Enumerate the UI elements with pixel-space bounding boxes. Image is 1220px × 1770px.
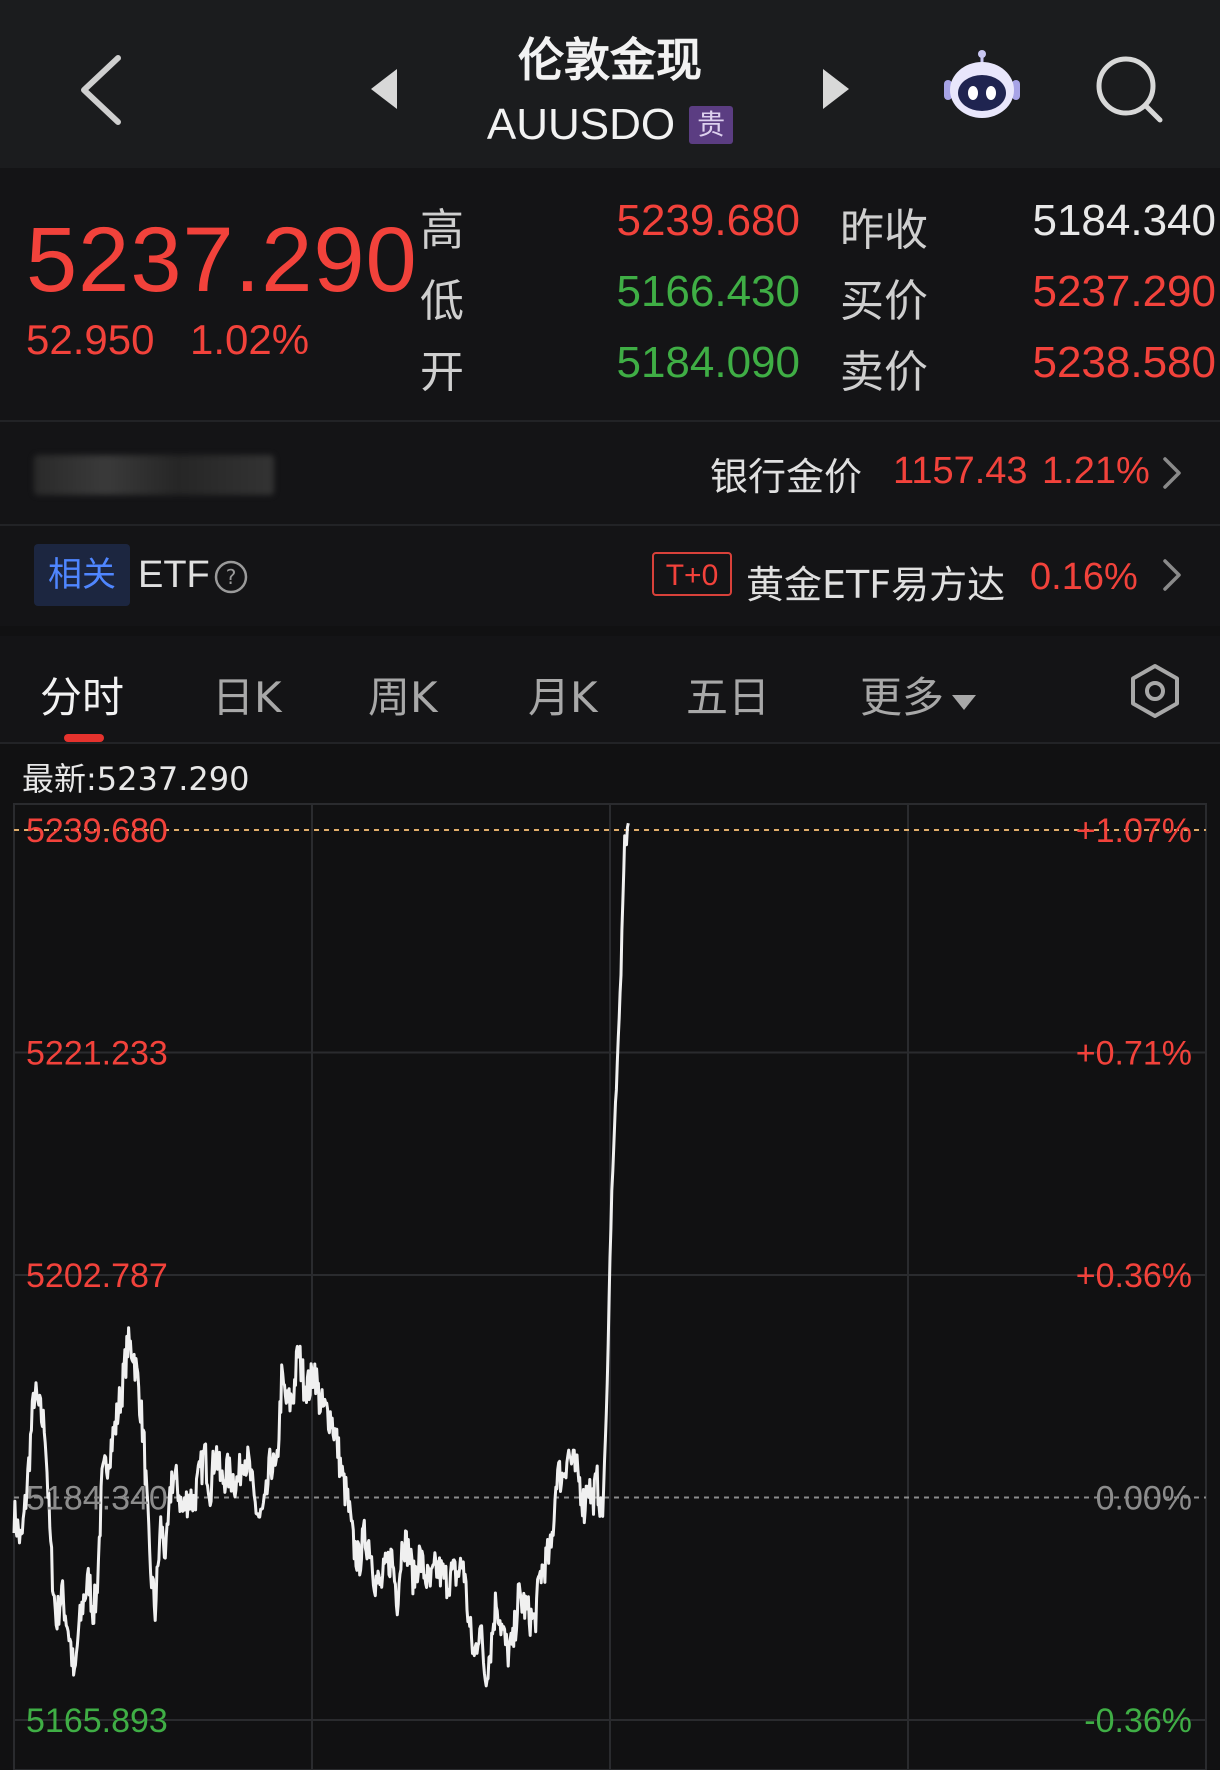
next-instrument-button[interactable] <box>815 64 855 114</box>
active-tab-indicator <box>64 734 104 742</box>
last-price: 5237.290 <box>26 209 418 311</box>
prev-close-value: 5184.340 <box>1032 196 1216 245</box>
chevron-right-icon <box>1160 558 1184 596</box>
triangle-right-icon <box>823 69 849 109</box>
tab-daily-k[interactable]: 日K <box>212 664 282 725</box>
price-change: 52.950 <box>26 316 155 363</box>
ask-label: 卖价 <box>840 347 928 398</box>
previous-instrument-button[interactable] <box>365 64 405 114</box>
precious-metal-tag: 贵 <box>689 106 734 144</box>
bank-gold-label: 银行金价 <box>710 455 863 499</box>
bank-gold-price: 1157.43 <box>893 450 1028 492</box>
latest-price-label: 最新:5237.290 <box>22 760 250 798</box>
y-tick-label: 5202.787 <box>26 1257 168 1295</box>
search-icon <box>1096 56 1163 123</box>
assistant-button[interactable] <box>940 44 1024 128</box>
instrument-symbol: AUUSDO <box>486 100 676 149</box>
svg-text:?: ? <box>226 565 237 589</box>
prev-close-label: 昨收 <box>840 205 928 256</box>
bid-value: 5237.290 <box>1032 267 1216 316</box>
caret-down-icon <box>952 695 977 710</box>
open-label: 开 <box>420 347 464 398</box>
pct-tick-label: +0.71% <box>1076 1035 1192 1073</box>
pct-tick-label: +1.07% <box>1076 812 1192 850</box>
pct-tick-label: -0.36% <box>1084 1702 1192 1740</box>
tab-intraday[interactable]: 分时 <box>40 664 124 725</box>
bid-label: 买价 <box>840 276 928 327</box>
price-change-percent: 1.02% <box>190 316 310 363</box>
tab-more[interactable]: 更多 <box>860 664 978 725</box>
settings-icon <box>1131 664 1179 718</box>
low-value: 5166.430 <box>616 267 800 316</box>
etf-percent: 0.16% <box>1030 556 1138 598</box>
divider <box>0 742 1220 744</box>
symbol-row: AUUSDO 贵 <box>410 100 810 150</box>
tab-more-label: 更多 <box>860 673 945 722</box>
back-button[interactable] <box>70 50 140 130</box>
chevron-right-icon <box>1160 456 1184 494</box>
pct-tick-label: 0.00% <box>1096 1479 1192 1517</box>
high-value: 5239.680 <box>616 196 800 245</box>
triangle-left-icon <box>371 69 397 109</box>
tab-monthly-k[interactable]: 月K <box>528 664 598 725</box>
low-label: 低 <box>420 276 464 327</box>
chart-period-tabs <box>0 636 1220 742</box>
blurred-label <box>34 455 274 495</box>
y-tick-label: 5184.340 <box>26 1479 168 1517</box>
help-icon[interactable]: ? <box>214 560 248 594</box>
pct-tick-label: +0.36% <box>1076 1257 1192 1295</box>
intraday-chart[interactable]: 5239.680 +1.07% 5221.233 +0.71% 5202.787 +0.3… <box>0 800 1220 1770</box>
related-badge: 相关 <box>34 544 130 606</box>
search-button[interactable] <box>1092 52 1168 128</box>
robot-icon <box>944 50 1020 118</box>
high-label: 高 <box>420 205 464 256</box>
chart-settings-button[interactable] <box>1126 662 1184 720</box>
ask-value: 5238.580 <box>1032 338 1216 387</box>
etf-name: 黄金ETF易方达 <box>746 563 1006 607</box>
etf-label: ETF <box>138 554 210 596</box>
tab-five-day[interactable]: 五日 <box>686 664 770 725</box>
tab-weekly-k[interactable]: 周K <box>368 664 438 725</box>
y-tick-label: 5239.680 <box>26 812 168 850</box>
price-line <box>12 822 630 1688</box>
bank-gold-percent: 1.21% <box>1042 450 1150 492</box>
instrument-title: 伦敦金现 <box>518 33 702 87</box>
t0-badge: T+0 <box>652 552 732 596</box>
chevron-left-icon <box>81 55 121 125</box>
y-tick-label: 5165.893 <box>26 1702 168 1740</box>
y-tick-label: 5221.233 <box>26 1035 168 1073</box>
open-value: 5184.090 <box>616 338 800 387</box>
